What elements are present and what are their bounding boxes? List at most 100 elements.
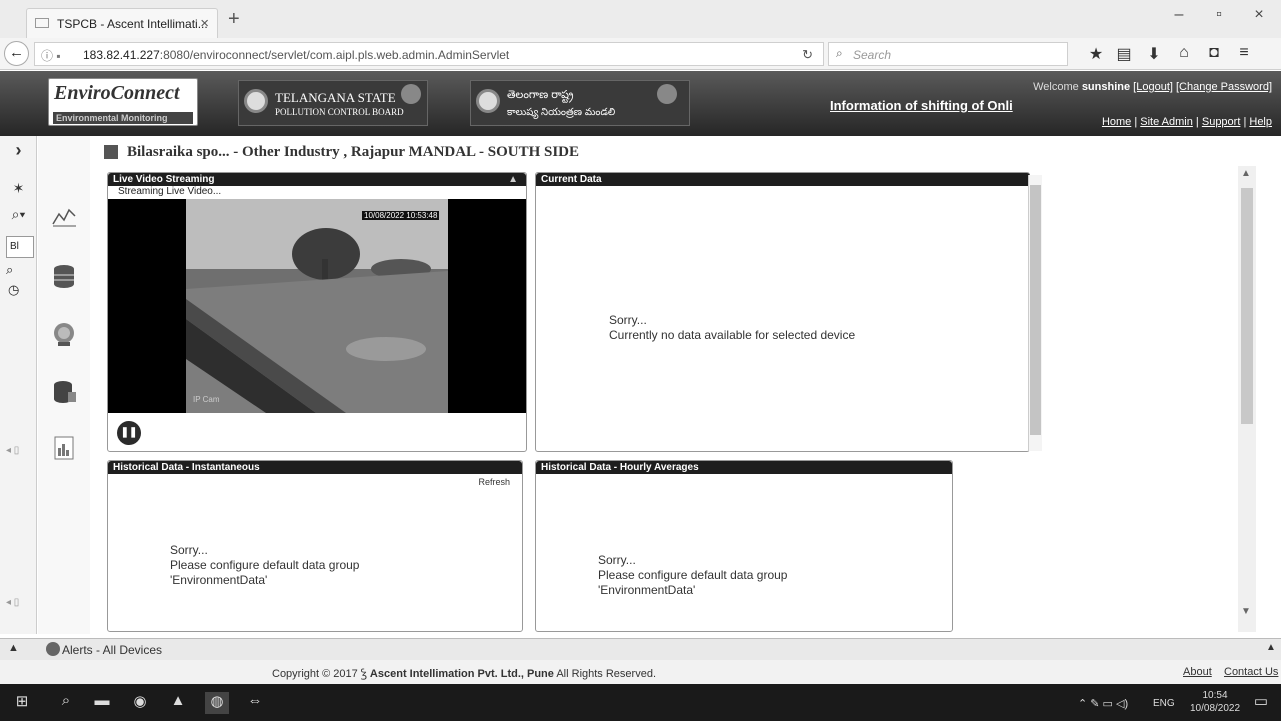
logo-subtitle: Environmental Monitoring xyxy=(53,112,193,124)
alarm-bell-icon[interactable] xyxy=(50,320,78,348)
panel-header: Historical Data - Instantaneous xyxy=(108,461,522,474)
data-stack-icon[interactable] xyxy=(50,378,78,406)
collapse-handle-icon[interactable]: ◂ ▯ xyxy=(6,597,19,608)
copyright-bar: Copyright © 2017 Ꝣ Ascent Intellimation … xyxy=(0,660,1281,684)
alerts-bar[interactable]: ▲ Alerts - All Devices ▲ xyxy=(0,638,1281,660)
scroll-up-icon[interactable]: ▲ xyxy=(1241,168,1251,179)
clock-icon[interactable]: ◷ xyxy=(8,282,19,298)
start-button-icon[interactable]: ⊞ xyxy=(10,692,34,714)
logout-link[interactable]: [Logout] xyxy=(1133,81,1173,93)
video-still-image xyxy=(186,199,448,413)
clock-date: 10/08/2022 xyxy=(1190,703,1241,714)
home-link[interactable]: Home xyxy=(1102,116,1131,128)
search-dropdown-icon[interactable]: ⌕▾ xyxy=(0,206,37,223)
expand-panel-button[interactable]: › xyxy=(0,140,37,161)
browser-tab[interactable]: TSPCB - Ascent Intellimati... × xyxy=(26,8,218,38)
tray-icons[interactable]: ⌃ ✎ ▭ ◁) xyxy=(1078,697,1128,710)
site-admin-link[interactable]: Site Admin xyxy=(1140,116,1193,128)
language-indicator[interactable]: ENG xyxy=(1153,698,1175,709)
url-bar[interactable]: ⓘ ▪ 183.82.41.227:8080/enviroconnect/ser… xyxy=(34,42,824,66)
data-group-name: 'EnvironmentData' xyxy=(170,573,268,587)
expand-icon[interactable]: ▲ xyxy=(1266,642,1276,653)
chrome-icon[interactable]: ◉ xyxy=(128,692,152,714)
about-link[interactable]: About xyxy=(1183,666,1212,678)
scrollbar-thumb[interactable] xyxy=(1030,185,1041,435)
data-group-name: 'EnvironmentData' xyxy=(598,583,696,597)
page-icon xyxy=(35,18,49,28)
reading-list-icon[interactable]: ▤ xyxy=(1113,44,1135,64)
news-marquee[interactable]: Information of shifting of Onli xyxy=(830,98,1013,113)
url-host: 183.82.41.227 xyxy=(83,48,160,62)
search-icon[interactable]: ⌕ xyxy=(6,262,13,278)
configure-message: Sorry... Please configure default data g… xyxy=(170,543,359,588)
board-name-line2: POLLUTION CONTROL BOARD xyxy=(275,107,404,117)
notifications-icon[interactable]: ▭ xyxy=(1249,692,1273,714)
state-seal-icon xyxy=(476,89,500,113)
pocket-icon[interactable]: ◘ xyxy=(1203,44,1225,62)
company-name: Ascent Intellimation Pvt. Ltd., Pune xyxy=(369,668,554,680)
historical-hourly-panel: Historical Data - Hourly Averages Sorry.… xyxy=(535,460,953,632)
pin-icon[interactable]: ✶ xyxy=(0,180,37,197)
database-icon[interactable] xyxy=(50,262,78,290)
panel-header: Current Data xyxy=(536,173,1030,186)
username: sunshine xyxy=(1081,81,1131,93)
board-name-line1: TELANGANA STATE xyxy=(275,90,396,105)
top-nav-links: Home | Site Admin | Support | Help xyxy=(1101,116,1272,128)
tspcb-banner-telugu: తెలంగాణ రాష్ట్ర కాలుష్య నియంత్రణ మండలి xyxy=(470,80,690,126)
enviroconnect-logo: EnviroConnect Environmental Monitoring xyxy=(48,78,198,126)
support-link[interactable]: Support xyxy=(1202,116,1241,128)
search-icon: ⌕ xyxy=(836,46,843,60)
minimize-button[interactable]: – xyxy=(1164,6,1194,24)
search-icon[interactable]: ⌕ xyxy=(54,692,78,714)
reload-icon[interactable]: ↻ xyxy=(802,47,813,63)
report-icon[interactable] xyxy=(50,434,78,462)
camera-watermark: IP Cam xyxy=(193,395,220,404)
search-input[interactable]: ⌕ Search xyxy=(828,42,1068,66)
scrollbar-thumb[interactable] xyxy=(1241,188,1253,424)
page-title: Bilasraika spo... - Other Industry , Raj… xyxy=(127,144,580,160)
close-tab-icon[interactable]: × xyxy=(200,15,209,32)
contact-us-link[interactable]: Contact Us xyxy=(1224,666,1278,678)
video-frame[interactable]: 10/08/2022 10:53:48 IP Cam xyxy=(108,199,526,413)
collapse-icon[interactable]: ▲ xyxy=(508,174,518,185)
firefox-icon[interactable]: ◍ xyxy=(205,692,229,714)
new-tab-button[interactable]: + xyxy=(228,8,240,31)
configure-message: Sorry... Please configure default data g… xyxy=(598,553,787,598)
scrollbar[interactable] xyxy=(1028,175,1042,451)
tspcb-banner-english: TELANGANA STATE POLLUTION CONTROL BOARD xyxy=(238,80,428,126)
no-data-message: Sorry... Currently no data available for… xyxy=(609,313,855,343)
teamviewer-icon[interactable]: ⇔ xyxy=(243,692,267,714)
clock[interactable]: 10:54 10/08/2022 xyxy=(1190,689,1240,715)
expand-alerts-icon[interactable]: ▲ xyxy=(8,642,19,654)
menu-icon[interactable]: ≡ xyxy=(1233,44,1255,62)
video-timestamp: 10/08/2022 10:53:48 xyxy=(362,211,440,220)
bookmark-star-icon[interactable]: ★ xyxy=(1085,44,1107,64)
pause-button[interactable]: ❚❚ xyxy=(117,421,141,445)
refresh-link[interactable]: Refresh xyxy=(478,477,510,487)
vlc-icon[interactable]: ▲ xyxy=(166,692,190,714)
help-link[interactable]: Help xyxy=(1249,116,1272,128)
close-window-button[interactable]: × xyxy=(1244,6,1274,24)
message-text: Please configure default data group xyxy=(170,558,360,572)
clock-time: 10:54 xyxy=(1202,690,1228,701)
historical-instantaneous-panel: Historical Data - Instantaneous Refresh … xyxy=(107,460,523,632)
company-logo-icon: Ꝣ xyxy=(360,668,367,680)
board-telugu-line1: తెలంగాణ రాష్ట్ర xyxy=(507,89,574,101)
state-seal-icon xyxy=(244,89,268,113)
search-placeholder: Search xyxy=(853,48,892,62)
trend-chart-icon[interactable] xyxy=(50,202,78,230)
scroll-down-icon[interactable]: ▼ xyxy=(1241,606,1251,617)
board-telugu-line2: కాలుష్య నియంత్రణ మండలి xyxy=(507,107,616,118)
home-icon[interactable]: ⌂ xyxy=(1173,44,1195,62)
page-scrollbar[interactable]: ▲ ▼ xyxy=(1238,166,1256,632)
back-button[interactable]: ← xyxy=(4,41,29,66)
file-explorer-icon[interactable]: ▬ xyxy=(90,692,114,714)
change-password-link[interactable]: [Change Password] xyxy=(1176,81,1272,93)
download-icon[interactable]: ⬇ xyxy=(1143,44,1165,64)
tree-search-input[interactable]: Bl xyxy=(6,236,34,258)
collapse-handle-icon[interactable]: ◂ ▯ xyxy=(6,445,19,456)
panel-header: Historical Data - Hourly Averages xyxy=(536,461,952,474)
sorry-text: Sorry... xyxy=(170,543,208,557)
site-info-icon[interactable]: ⓘ ▪ xyxy=(41,47,61,64)
maximize-button[interactable]: ▫ xyxy=(1204,6,1234,24)
